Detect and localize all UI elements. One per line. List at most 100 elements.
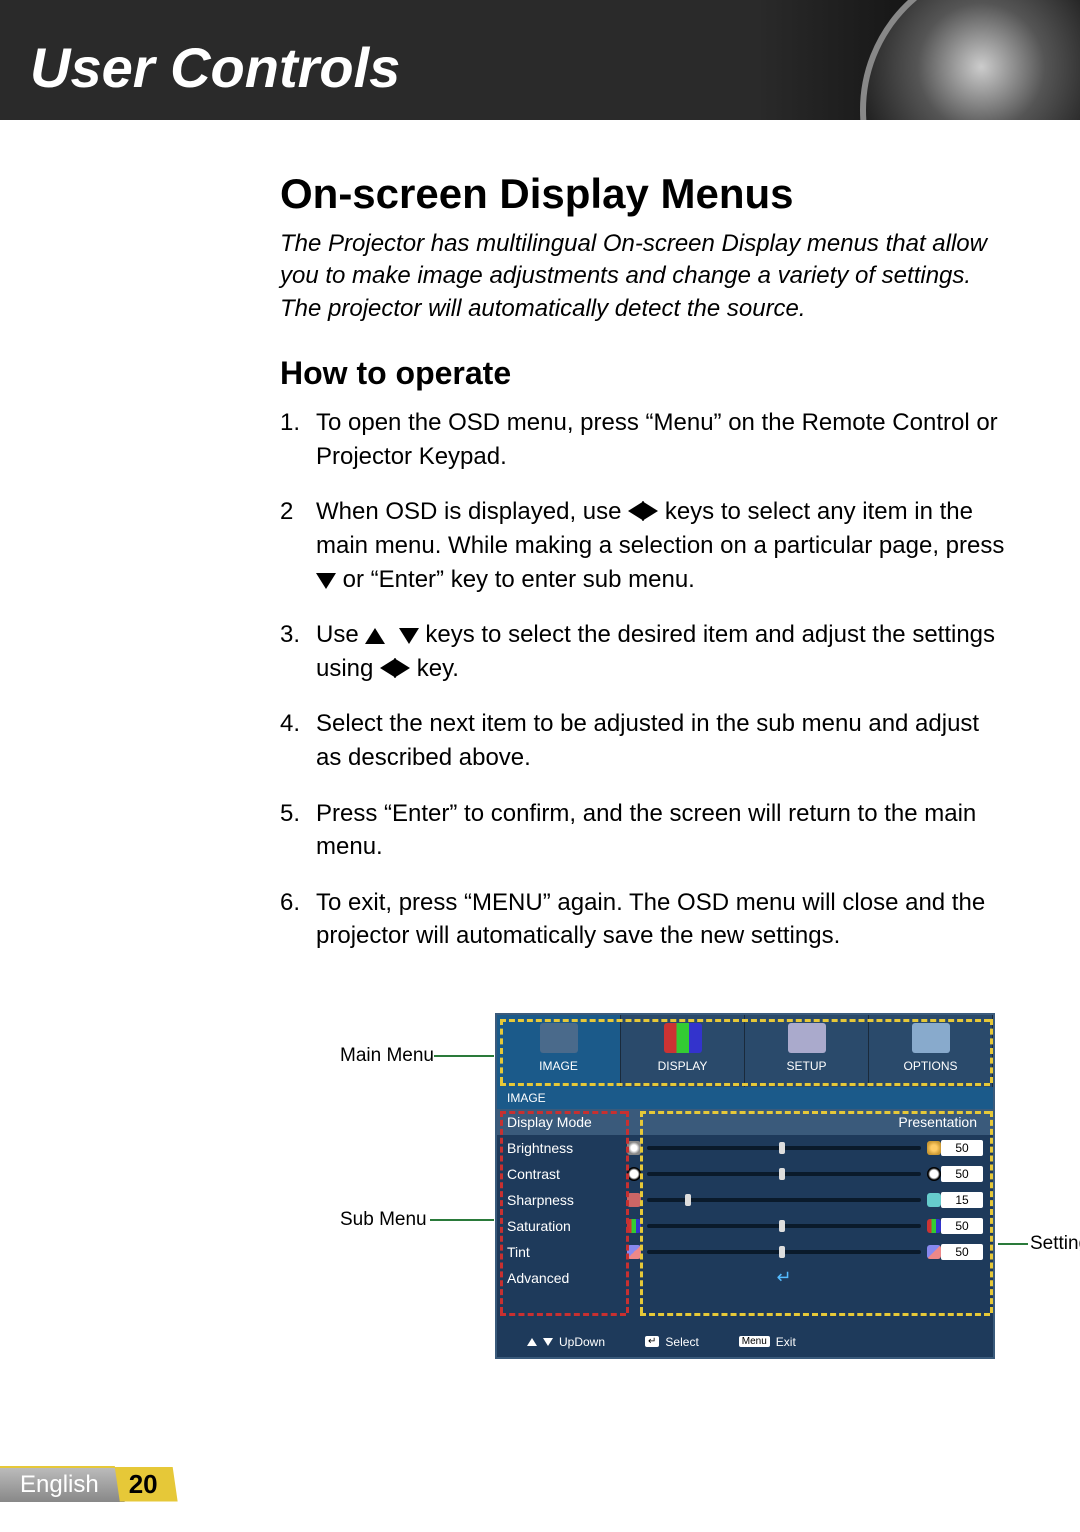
row-label: Advanced — [507, 1270, 627, 1286]
footer-label: Exit — [776, 1335, 796, 1349]
label-sub-menu: Sub Menu — [340, 1209, 427, 1231]
connector-line — [430, 1219, 494, 1221]
osd-figure: Main Menu Sub Menu Settings IMAGE DISPLA… — [340, 1013, 1080, 1393]
footer-page-number: 20 — [115, 1467, 178, 1502]
osd-tab-image[interactable]: IMAGE — [497, 1015, 621, 1087]
footer-updown: UpDown — [527, 1335, 605, 1349]
callout-settings-box — [640, 1313, 990, 1316]
row-value: 50 — [941, 1218, 983, 1234]
step-text-a: When OSD is displayed, use — [316, 498, 628, 525]
step-text: To open the OSD menu, press “Menu” on th… — [316, 409, 998, 470]
arrow-down-icon — [399, 628, 419, 644]
row-value: 50 — [941, 1166, 983, 1182]
callout-main-menu-box — [990, 1019, 993, 1083]
step-number: 3. — [280, 618, 300, 652]
sharpness-low-icon — [627, 1193, 641, 1207]
callout-sub-menu-box — [500, 1111, 626, 1114]
sharpness-high-icon — [927, 1193, 941, 1207]
osd-row-brightness[interactable]: Brightness 50 — [497, 1135, 993, 1161]
tab-label: IMAGE — [497, 1059, 620, 1073]
osd-tab-setup[interactable]: SETUP — [745, 1015, 869, 1087]
footer-label: UpDown — [559, 1335, 605, 1349]
callout-sub-menu-box — [500, 1313, 626, 1316]
footer-label: Select — [665, 1335, 698, 1349]
arrow-up-icon — [365, 628, 385, 644]
osd-row-advanced[interactable]: Advanced ↵ — [497, 1265, 993, 1291]
footer-exit: Menu Exit — [739, 1335, 796, 1349]
step-3: 3. Use keys to select the desired item a… — [280, 618, 1010, 685]
brightness-high-icon — [927, 1141, 941, 1155]
saturation-low-icon — [627, 1219, 641, 1233]
arrow-down-icon — [316, 573, 336, 589]
row-value: Presentation — [898, 1114, 977, 1130]
label-main-menu: Main Menu — [340, 1045, 434, 1067]
connector-line — [998, 1243, 1028, 1245]
osd-row-contrast[interactable]: Contrast 50 — [497, 1161, 993, 1187]
step-5: 5. Press “Enter” to confirm, and the scr… — [280, 797, 1010, 864]
enter-icon: ↵ — [776, 1267, 791, 1288]
section-title: On-screen Display Menus — [280, 170, 1010, 218]
enter-key-icon: ↵ — [645, 1336, 659, 1347]
step-number: 1. — [280, 406, 300, 440]
step-text: To exit, press “MENU” again. The OSD men… — [316, 889, 985, 950]
step-text-c: key. — [417, 655, 459, 682]
row-value: 15 — [941, 1192, 983, 1208]
osd-section-label: IMAGE — [497, 1087, 993, 1109]
label-settings: Settings — [1030, 1233, 1080, 1255]
step-text-a: Use — [316, 621, 365, 648]
osd-row-saturation[interactable]: Saturation 50 — [497, 1213, 993, 1239]
row-value: 50 — [941, 1140, 983, 1156]
row-label: Brightness — [507, 1140, 627, 1156]
display-tab-icon — [664, 1023, 702, 1053]
connector-line — [434, 1055, 494, 1057]
slider[interactable] — [647, 1224, 921, 1228]
step-1: 1. To open the OSD menu, press “Menu” on… — [280, 406, 1010, 473]
step-6: 6. To exit, press “MENU” again. The OSD … — [280, 886, 1010, 953]
osd-tab-options[interactable]: OPTIONS — [869, 1015, 993, 1087]
image-tab-icon — [540, 1023, 578, 1053]
step-text: Press “Enter” to confirm, and the screen… — [316, 800, 976, 861]
arrow-right-icon — [642, 501, 658, 521]
slider[interactable] — [647, 1198, 921, 1202]
page-footer: English 20 — [0, 1466, 178, 1502]
page-header: User Controls — [0, 0, 1080, 120]
steps-list: 1. To open the OSD menu, press “Menu” on… — [280, 406, 1010, 953]
slider[interactable] — [647, 1172, 921, 1176]
slider[interactable] — [647, 1250, 921, 1254]
osd-row-tint[interactable]: Tint 50 — [497, 1239, 993, 1265]
callout-settings-box — [990, 1111, 993, 1313]
slider[interactable] — [647, 1146, 921, 1150]
step-number: 5. — [280, 797, 300, 831]
osd-tab-display[interactable]: DISPLAY — [621, 1015, 745, 1087]
callout-main-menu-box — [500, 1083, 990, 1086]
tab-label: SETUP — [745, 1059, 868, 1073]
tint-high-icon — [927, 1245, 941, 1259]
callout-settings-box — [640, 1111, 990, 1114]
contrast-low-icon — [627, 1167, 641, 1181]
step-number: 4. — [280, 707, 300, 741]
osd-panel: IMAGE DISPLAY SETUP OPTIONS IM — [495, 1013, 995, 1359]
page-title: User Controls — [30, 35, 400, 100]
step-2: 2 When OSD is displayed, use keys to sel… — [280, 495, 1010, 596]
footer-select: ↵ Select — [645, 1335, 699, 1349]
brightness-low-icon — [627, 1141, 641, 1155]
osd-row-sharpness[interactable]: Sharpness 15 — [497, 1187, 993, 1213]
osd-tabs: IMAGE DISPLAY SETUP OPTIONS — [497, 1015, 993, 1087]
row-label: Tint — [507, 1244, 627, 1260]
saturation-high-icon — [927, 1219, 941, 1233]
tint-low-icon — [627, 1245, 641, 1259]
step-text-c: or “Enter” key to enter sub menu. — [343, 566, 695, 593]
osd-body: Display Mode Presentation Brightness 50 … — [497, 1109, 993, 1327]
step-number: 2 — [280, 495, 293, 529]
osd-footer: UpDown ↵ Select Menu Exit — [497, 1327, 993, 1357]
options-tab-icon — [912, 1023, 950, 1053]
step-text: Select the next item to be adjusted in t… — [316, 710, 979, 771]
menu-key-icon: Menu — [739, 1336, 770, 1347]
step-4: 4. Select the next item to be adjusted i… — [280, 707, 1010, 774]
callout-main-menu-box — [500, 1019, 503, 1083]
section-intro: The Projector has multilingual On-screen… — [280, 228, 1010, 325]
row-value: 50 — [941, 1244, 983, 1260]
setup-tab-icon — [788, 1023, 826, 1053]
row-label: Display Mode — [507, 1114, 627, 1130]
callout-settings-box — [640, 1111, 643, 1313]
